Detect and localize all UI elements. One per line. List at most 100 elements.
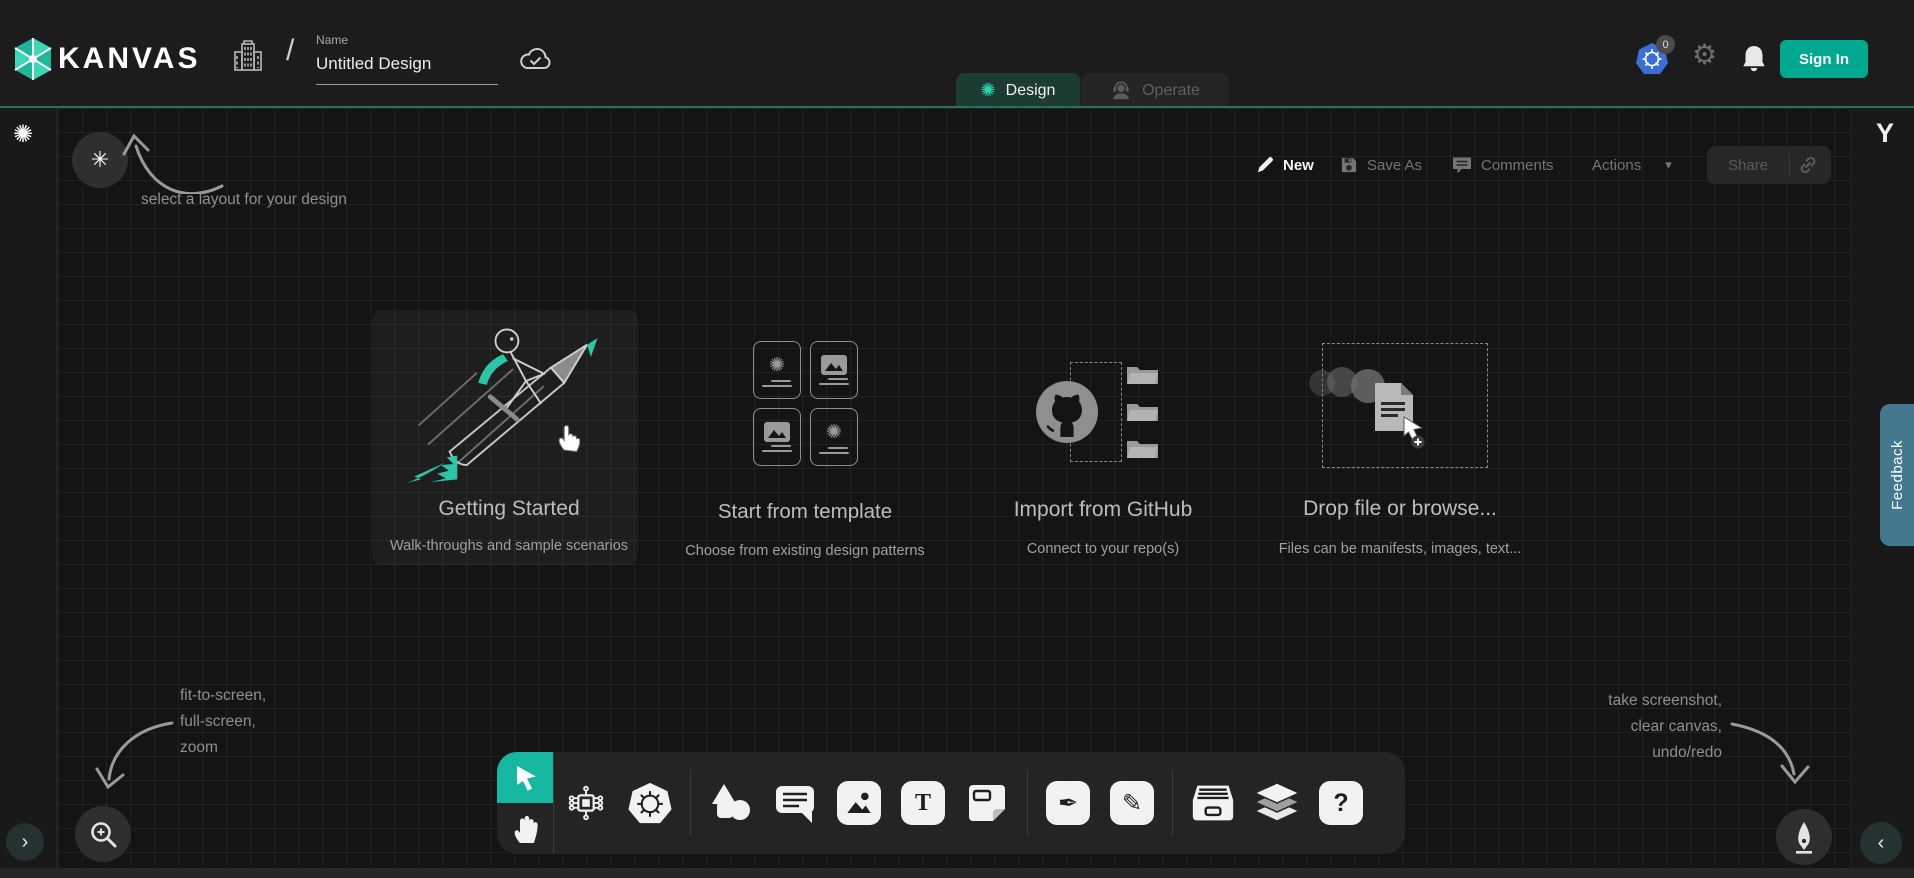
comment-tool[interactable] (773, 781, 817, 825)
layout-hint-text: select a layout for your design (141, 187, 347, 213)
text-tool-icon: T (901, 781, 945, 825)
dock-divider (1172, 770, 1173, 836)
card-subtitle: Files can be manifests, images, text... (1240, 541, 1560, 557)
share-button[interactable]: Share (1707, 146, 1831, 184)
mesh-components-tool[interactable] (564, 781, 608, 825)
spiral-pattern-icon: ✺ (769, 354, 785, 377)
save-as-button[interactable]: Save As (1340, 152, 1422, 178)
design-spiral-icon: ✺ (981, 80, 996, 101)
card-title: Import from GitHub (953, 498, 1253, 522)
template-tile (810, 341, 858, 399)
pan-tool[interactable] (497, 803, 553, 854)
comment-tool-icon (773, 782, 817, 824)
image-tile (837, 781, 881, 825)
dock-divider (553, 752, 554, 854)
shapes-icon (709, 783, 753, 823)
shapes-dock-toggle[interactable]: Y (1876, 118, 1894, 149)
select-tool[interactable] (497, 752, 553, 803)
canvas-actions-button[interactable] (1776, 809, 1832, 865)
save-as-label: Save As (1367, 157, 1422, 174)
hint-line: zoom (180, 735, 266, 761)
kubernetes-context-switcher[interactable]: 0 (1636, 42, 1688, 78)
design-name-input[interactable] (316, 50, 498, 85)
help-question-icon: ? (1319, 781, 1363, 825)
actions-label: Actions (1592, 157, 1641, 174)
pencil-draw-icon: ✎ (1110, 781, 1154, 825)
github-octocat-icon (1034, 379, 1100, 445)
start-from-template-card[interactable]: ✺ ✺ (753, 341, 858, 466)
note-tool[interactable] (965, 781, 1009, 825)
text-tool[interactable]: T (901, 781, 945, 825)
bottom-left-hints: fit-to-screen, full-screen, zoom (180, 683, 266, 761)
freehand-draw-tool[interactable]: ✎ (1110, 781, 1154, 825)
tile-line (819, 383, 849, 385)
feedback-tab[interactable]: Feedback (1880, 404, 1914, 546)
tab-operate[interactable]: Operate (1081, 73, 1229, 108)
share-divider (1789, 154, 1790, 176)
tab-design-label: Design (1006, 82, 1056, 100)
breadcrumb-separator: / (286, 34, 294, 68)
actions-dropdown[interactable]: Actions ▾ (1592, 152, 1672, 178)
help-button[interactable]: ? (1319, 781, 1363, 825)
shapes-tool[interactable] (709, 781, 753, 825)
kubernetes-count-badge: 0 (1656, 35, 1675, 54)
header: KANVAS / Name ✺ Design O (0, 0, 1914, 108)
dock-divider (690, 770, 691, 836)
card-title: Getting Started (359, 497, 659, 521)
new-label: New (1283, 157, 1314, 174)
hint-line: clear canvas, (1440, 714, 1722, 740)
new-button[interactable]: New (1256, 152, 1314, 178)
getting-started-card[interactable] (372, 310, 638, 565)
image-tool[interactable] (837, 781, 881, 825)
pointer-tools (497, 752, 553, 854)
zoom-hint-arrow (82, 713, 182, 801)
brand-wordmark: KANVAS (58, 42, 200, 76)
tile-line (762, 450, 792, 452)
pen-nib-icon (1791, 820, 1817, 854)
notifications-bell-icon[interactable] (1742, 44, 1766, 72)
kubernetes-components-tool[interactable] (628, 781, 672, 825)
layout-hint-arrow (116, 106, 234, 194)
collapse-right-panel-button[interactable]: ‹ (1860, 822, 1902, 864)
comments-label: Comments (1481, 157, 1554, 174)
share-link-icon (1799, 156, 1817, 174)
card-subtitle: Connect to your repo(s) (943, 541, 1263, 557)
tile-line (819, 452, 849, 454)
tile-line (771, 445, 791, 447)
operate-headset-icon (1110, 80, 1132, 102)
tile-line (771, 380, 791, 382)
left-panel-strip (0, 108, 57, 868)
expand-left-panel-button[interactable]: › (6, 823, 44, 861)
bottom-right-hints: take screenshot, clear canvas, undo/redo (1440, 688, 1722, 766)
zoom-controls-button[interactable] (75, 806, 131, 862)
cloud-sync-icon (517, 46, 553, 72)
hint-line: take screenshot, (1440, 688, 1722, 714)
pointer-hand-cursor-icon (555, 420, 582, 452)
sign-in-button[interactable]: Sign In (1780, 40, 1868, 78)
file-drop-icon (1373, 381, 1429, 449)
spiral-pattern-icon: ✺ (826, 421, 842, 444)
tile-line (828, 447, 848, 449)
organization-building-icon[interactable] (231, 38, 265, 74)
card-title: Start from template (655, 500, 955, 524)
tab-design[interactable]: ✺ Design (956, 73, 1080, 108)
import-from-github-card[interactable] (1030, 355, 1170, 470)
layers-panel-toggle[interactable] (1255, 781, 1299, 825)
settings-gear-icon[interactable]: ⚙ (1692, 38, 1717, 71)
screenshot-hint-arrow (1724, 712, 1810, 794)
design-drawer[interactable] (1191, 781, 1235, 825)
meshery-spiral-icon[interactable]: ✺ (13, 120, 33, 149)
hint-line: full-screen, (180, 709, 266, 735)
template-tile: ✺ (810, 408, 858, 466)
tile-line (828, 378, 848, 380)
tool-dock: T ✒ ✎ (497, 752, 1405, 854)
bottom-edge-bar (0, 868, 1914, 878)
pen-tool-icon: ✒ (1046, 781, 1090, 825)
pen-tool[interactable]: ✒ (1046, 781, 1090, 825)
image-icon (844, 788, 874, 818)
drop-file-card[interactable] (1305, 340, 1500, 475)
comments-button[interactable]: Comments (1452, 152, 1554, 178)
share-label: Share (1728, 157, 1768, 174)
kubernetes-wheel-icon (628, 780, 672, 826)
kanvas-app: KANVAS / Name ✺ Design O (0, 0, 1914, 878)
